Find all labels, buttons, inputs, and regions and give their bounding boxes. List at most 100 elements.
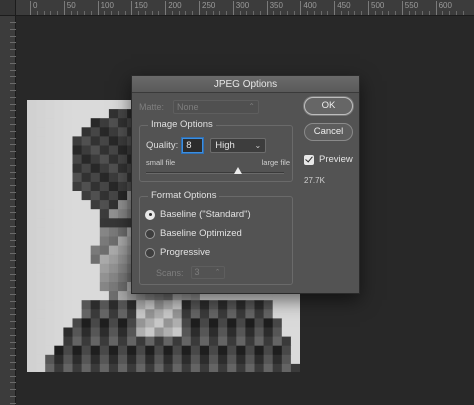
photo-pixel — [27, 309, 37, 319]
photo-pixel — [54, 300, 64, 310]
photo-pixel — [72, 345, 82, 356]
photo-pixel — [263, 300, 274, 310]
ruler-minor-tick — [320, 11, 322, 15]
photo-pixel — [263, 309, 274, 319]
radio-baseline-optimized[interactable]: Baseline Optimized — [145, 228, 242, 239]
photo-pixel — [163, 327, 173, 337]
photo-pixel — [127, 345, 137, 356]
photo-pixel — [145, 345, 155, 356]
photo-pixel — [81, 363, 92, 372]
photo-pixel — [45, 163, 55, 174]
ruler-minor-tick — [144, 11, 146, 15]
photo-pixel — [27, 291, 37, 301]
photo-pixel — [108, 172, 119, 183]
photo-pixel — [54, 118, 64, 128]
photo-pixel — [118, 291, 128, 301]
photo-pixel — [99, 191, 110, 201]
matte-select: None ⌃ — [173, 100, 259, 114]
photo-pixel — [181, 354, 192, 365]
photo-pixel — [27, 218, 37, 228]
photo-pixel — [127, 309, 137, 319]
photo-pixel — [72, 163, 82, 174]
photo-pixel — [118, 181, 128, 192]
ruler-minor-tick — [10, 124, 16, 125]
photo-pixel — [90, 327, 101, 337]
ruler-minor-tick — [415, 11, 417, 15]
radio-button[interactable] — [145, 228, 155, 239]
quality-preset-value: High — [215, 140, 235, 151]
photo-pixel — [290, 345, 300, 356]
photo-pixel — [90, 345, 101, 356]
photo-pixel — [99, 300, 110, 310]
photo-pixel — [263, 318, 274, 328]
photo-pixel — [199, 309, 210, 319]
ruler-corner — [0, 0, 16, 15]
photo-pixel — [254, 336, 264, 347]
ruler-minor-tick — [354, 11, 356, 15]
photo-pixel — [72, 100, 82, 110]
ruler-minor-tick — [104, 11, 106, 15]
photo-pixel — [290, 336, 300, 347]
photo-pixel — [163, 363, 173, 372]
ruler-minor-tick — [10, 83, 16, 85]
ruler-minor-tick — [286, 11, 288, 15]
radio-button[interactable] — [145, 209, 155, 220]
dialog-title: JPEG Options — [132, 76, 359, 93]
photo-pixel — [272, 345, 283, 356]
ruler-minor-tick — [10, 280, 16, 282]
ruler-minor-tick — [10, 144, 16, 146]
photo-pixel — [54, 218, 64, 228]
scans-label: Scans: — [156, 267, 184, 278]
radio-button[interactable] — [145, 247, 155, 258]
ruler-minor-tick — [70, 11, 72, 15]
ok-button[interactable]: OK — [304, 97, 353, 115]
photo-pixel — [254, 318, 264, 328]
photo-pixel — [27, 272, 37, 283]
preview-checkbox[interactable] — [304, 154, 314, 165]
ruler-minor-tick — [10, 158, 16, 159]
preview-toggle[interactable]: Preview — [304, 154, 353, 165]
photo-pixel — [181, 345, 192, 356]
photo-pixel — [90, 163, 101, 174]
photo-pixel — [45, 291, 55, 301]
photo-pixel — [36, 272, 46, 283]
cancel-button[interactable]: Cancel — [304, 123, 353, 141]
photo-pixel — [118, 318, 128, 328]
photo-pixel — [81, 145, 92, 155]
quality-slider[interactable] — [146, 167, 284, 174]
ruler-minor-tick — [151, 11, 153, 15]
photo-pixel — [154, 309, 164, 319]
quality-input[interactable]: 8 — [182, 138, 204, 153]
photo-pixel — [99, 263, 110, 274]
photo-pixel — [54, 200, 64, 210]
photo-pixel — [218, 345, 228, 356]
radio-progressive[interactable]: Progressive — [145, 247, 210, 258]
photo-pixel — [90, 218, 101, 228]
photo-pixel — [245, 318, 255, 328]
photo-pixel — [36, 318, 46, 328]
radio-baseline-standard[interactable]: Baseline ("Standard") — [145, 209, 251, 220]
ruler-minor-tick — [10, 192, 16, 193]
photo-pixel — [54, 145, 64, 155]
photo-pixel — [63, 336, 73, 347]
photo-pixel — [136, 318, 146, 328]
photo-pixel — [236, 363, 246, 372]
quality-slider-thumb[interactable] — [234, 167, 243, 174]
photo-pixel — [236, 345, 246, 356]
horizontal-ruler: 0 50 100 150 200 250 300 350 400 450 500 550 600 — [0, 0, 474, 16]
quality-preset-select[interactable]: High ⌄ — [210, 138, 267, 153]
photo-pixel — [72, 109, 82, 119]
photo-pixel — [118, 327, 128, 337]
photo-pixel — [45, 100, 55, 110]
photo-pixel — [72, 172, 82, 183]
photo-pixel — [36, 118, 46, 128]
photo-pixel — [172, 354, 183, 365]
photo-pixel — [108, 291, 119, 301]
photo-pixel — [72, 181, 82, 192]
photo-pixel — [118, 209, 128, 219]
photo-pixel — [154, 300, 164, 310]
photo-pixel — [90, 318, 101, 328]
photo-pixel — [108, 181, 119, 192]
photo-pixel — [27, 172, 37, 183]
ruler-minor-tick — [10, 103, 16, 105]
